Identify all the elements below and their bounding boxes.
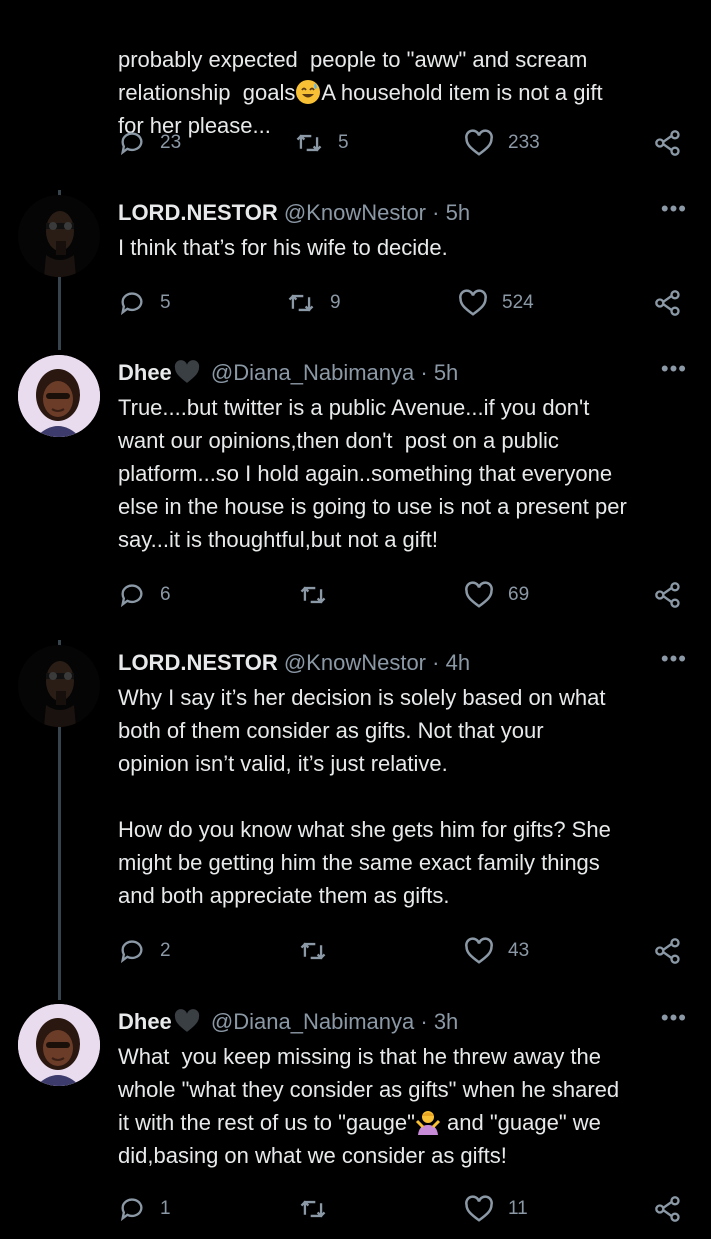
retweet-button[interactable]	[298, 1194, 328, 1224]
heart-badge-icon	[173, 1009, 201, 1040]
share-button[interactable]	[654, 128, 682, 158]
like-button[interactable]: 11	[464, 1194, 528, 1224]
timestamp[interactable]: · 3h	[420, 1009, 458, 1034]
more-icon[interactable]: •••	[661, 648, 687, 670]
share-button[interactable]	[654, 1194, 682, 1224]
reply-button[interactable]: 5	[118, 288, 171, 318]
retweet-count: 9	[330, 292, 341, 313]
heart-badge-icon	[173, 360, 201, 391]
like-button[interactable]: 524	[458, 288, 534, 318]
user-handle[interactable]: @Diana_Nabimanya	[211, 1009, 414, 1034]
display-name[interactable]: Dhee	[118, 1009, 172, 1034]
reply-button[interactable]: 6	[118, 580, 171, 610]
tweet[interactable]: Dhee @Diana_Nabimanya · 5h ••• True....b…	[0, 355, 711, 615]
person-gesturing-emoji-icon	[415, 1109, 441, 1135]
tweet-text: probably expected people to "aww" and sc…	[118, 47, 603, 138]
tweet-text: What you keep missing is that he threw a…	[118, 1044, 620, 1168]
tweet[interactable]: LORD.NESTOR @KnowNestor · 4h ••• Why I s…	[0, 645, 711, 975]
share-button[interactable]	[654, 580, 682, 610]
display-name[interactable]: Dhee	[118, 360, 172, 385]
tweet-text: Why I say it’s her decision is solely ba…	[118, 685, 611, 908]
tweet-text: I think that’s for his wife to decide.	[118, 235, 448, 260]
avatar[interactable]	[18, 645, 100, 727]
retweet-button[interactable]	[298, 580, 328, 610]
reply-button[interactable]: 23	[118, 128, 181, 158]
like-button[interactable]: 69	[464, 580, 529, 610]
retweet-count: 5	[338, 132, 349, 153]
timestamp[interactable]: · 4h	[432, 650, 470, 675]
avatar[interactable]	[18, 195, 100, 277]
reply-count: 2	[160, 940, 171, 961]
like-button[interactable]: 233	[464, 128, 540, 158]
like-count: 43	[508, 940, 530, 961]
more-icon[interactable]: •••	[661, 358, 687, 380]
tweet[interactable]: LORD.NESTOR @KnowNestor · 5h ••• I think…	[0, 195, 711, 325]
reply-count: 1	[160, 1198, 171, 1219]
retweet-icon	[300, 1200, 326, 1218]
reply-button[interactable]: 1	[118, 1194, 171, 1224]
like-count: 11	[508, 1198, 528, 1219]
share-button[interactable]	[654, 936, 682, 966]
user-handle[interactable]: @Diana_Nabimanya	[211, 360, 414, 385]
like-icon	[459, 289, 487, 316]
like-count: 233	[508, 132, 540, 153]
like-button[interactable]: 43	[464, 936, 529, 966]
display-name[interactable]: LORD.NESTOR	[118, 200, 278, 225]
like-count: 524	[502, 292, 534, 313]
sweat-smile-emoji-icon	[295, 79, 321, 105]
reply-icon	[120, 940, 143, 964]
retweet-button[interactable]: 9	[286, 288, 341, 318]
retweet-icon	[300, 942, 326, 960]
reply-icon	[120, 584, 143, 608]
retweet-button[interactable]	[298, 936, 328, 966]
reply-button[interactable]: 2	[118, 936, 171, 966]
user-handle[interactable]: @KnowNestor	[284, 200, 426, 225]
reply-icon	[120, 1198, 143, 1222]
share-button[interactable]	[654, 288, 682, 318]
retweet-icon	[296, 134, 322, 152]
share-icon	[655, 582, 680, 608]
reply-count: 5	[160, 292, 171, 313]
avatar[interactable]	[18, 1004, 100, 1086]
more-icon[interactable]: •••	[661, 1007, 687, 1029]
top-tweet[interactable]: probably expected people to "aww" and sc…	[0, 0, 711, 180]
reply-count: 6	[160, 584, 171, 605]
retweet-icon	[288, 294, 314, 312]
share-icon	[655, 290, 680, 316]
timestamp[interactable]: · 5h	[420, 360, 458, 385]
like-icon	[465, 581, 493, 608]
like-icon	[465, 937, 493, 964]
reply-icon	[120, 132, 143, 156]
reply-icon	[120, 292, 143, 316]
like-icon	[465, 129, 493, 156]
timestamp[interactable]: · 5h	[432, 200, 470, 225]
share-icon	[655, 938, 680, 964]
reply-count: 23	[160, 132, 182, 153]
like-count: 69	[508, 584, 530, 605]
user-handle[interactable]: @KnowNestor	[284, 650, 426, 675]
like-icon	[465, 1195, 493, 1222]
avatar[interactable]	[18, 355, 100, 437]
more-icon[interactable]: •••	[661, 198, 687, 220]
retweet-button[interactable]: 5	[294, 128, 349, 158]
tweet[interactable]: Dhee @Diana_Nabimanya · 3h ••• What you …	[0, 1004, 711, 1239]
share-icon	[655, 1196, 680, 1222]
share-icon	[655, 130, 680, 156]
display-name[interactable]: LORD.NESTOR	[118, 650, 278, 675]
tweet-text: True....but twitter is a public Avenue..…	[118, 395, 627, 552]
retweet-icon	[300, 586, 326, 604]
